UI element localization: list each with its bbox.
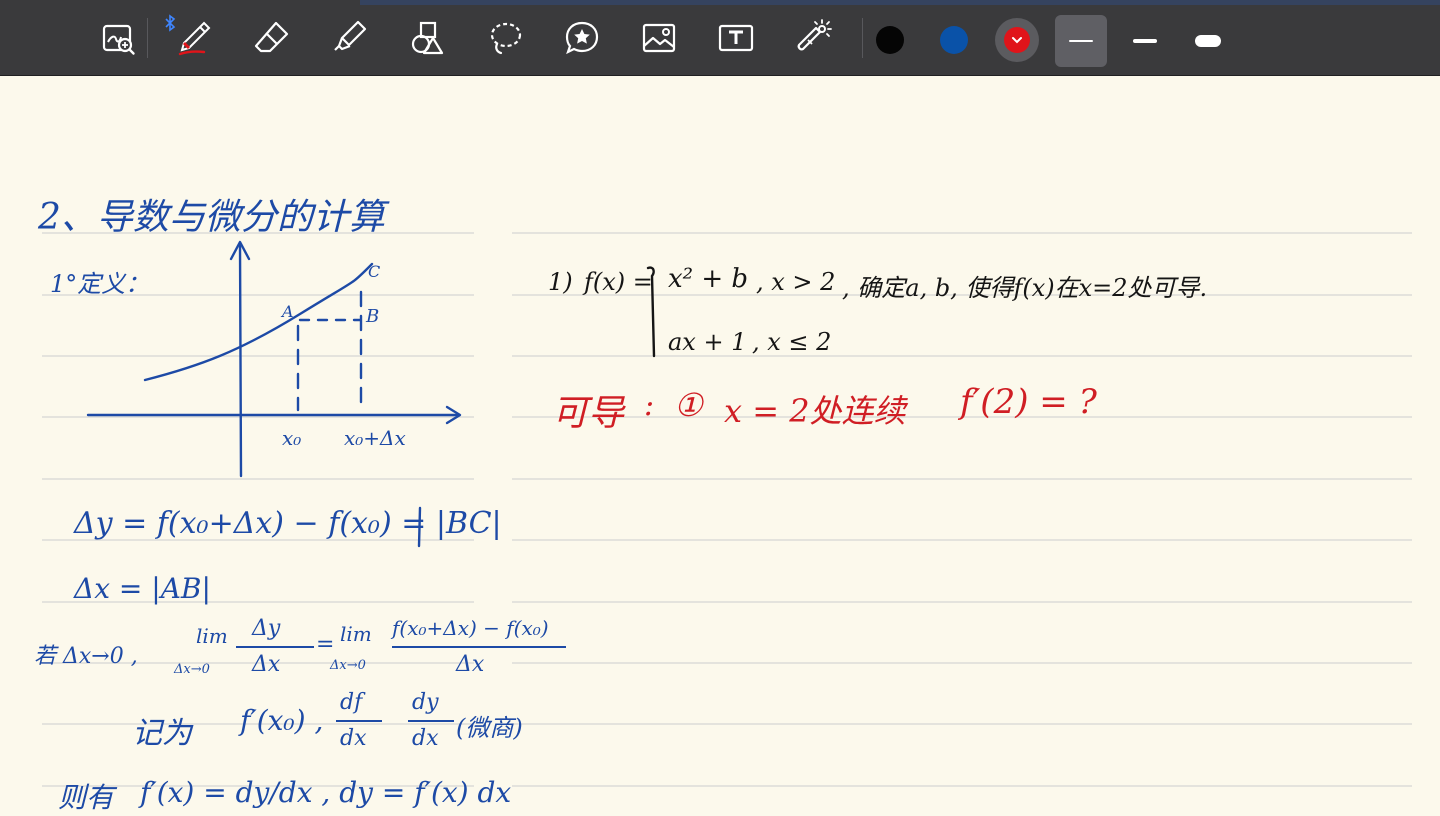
eraser-icon bbox=[254, 21, 289, 53]
highlighter-icon bbox=[334, 20, 367, 51]
laser-pointer-icon bbox=[797, 19, 832, 51]
image-tool[interactable] bbox=[635, 14, 683, 62]
piecewise-brace bbox=[646, 266, 656, 358]
pen-icon bbox=[178, 21, 211, 56]
case1-condition: , x > 2 bbox=[756, 268, 836, 296]
pen-tool[interactable] bbox=[170, 14, 218, 62]
stroke-width-thick[interactable] bbox=[1182, 15, 1234, 67]
star-sticker-icon bbox=[565, 21, 599, 55]
color-red-swatch[interactable] bbox=[995, 18, 1039, 62]
zoom-window-tool[interactable] bbox=[95, 14, 143, 62]
stroke-width-thin[interactable] bbox=[1055, 15, 1107, 67]
image-icon bbox=[642, 23, 676, 53]
chevron-down-icon bbox=[1012, 37, 1022, 44]
case2-condition: , x ≤ 2 bbox=[752, 328, 832, 356]
text-box-icon bbox=[718, 24, 754, 52]
derivative-condition: f′(2) = ? bbox=[960, 382, 1097, 422]
continuity-condition: x = 2处连续 bbox=[724, 392, 906, 430]
circled-one: ① bbox=[674, 386, 703, 424]
toolbar bbox=[0, 0, 1440, 76]
toolbar-divider bbox=[147, 18, 148, 58]
toolbar-divider bbox=[862, 18, 863, 58]
stroke-width-medium[interactable] bbox=[1119, 15, 1171, 67]
case1-expression: x² + b bbox=[668, 264, 749, 294]
red-colon: : bbox=[644, 388, 655, 423]
zoom-window-icon bbox=[102, 24, 135, 55]
color-blue-swatch[interactable] bbox=[940, 26, 968, 54]
sticker-tool[interactable] bbox=[558, 14, 606, 62]
lasso-tool[interactable] bbox=[481, 14, 529, 62]
text-tool[interactable] bbox=[712, 14, 760, 62]
note-canvas[interactable]: 2、导数与微分的计算 1°定义： A B C x₀ x₀+Δx Δy = f(x… bbox=[0, 76, 1440, 814]
toolbar-accent-line bbox=[360, 0, 1440, 5]
differentiable-label: 可导 bbox=[552, 393, 625, 434]
color-black-swatch[interactable] bbox=[876, 26, 904, 54]
eraser-tool[interactable] bbox=[248, 14, 296, 62]
highlighter-tool[interactable] bbox=[326, 14, 374, 62]
case2-expression: ax + 1 bbox=[668, 328, 747, 356]
laser-pointer-tool[interactable] bbox=[790, 14, 838, 62]
shapes-icon bbox=[411, 21, 444, 55]
problem-text: , 确定a, b, 使得f(x)在x=2处可导. bbox=[842, 274, 1208, 302]
shapes-tool[interactable] bbox=[403, 14, 451, 62]
lasso-icon bbox=[490, 22, 522, 55]
